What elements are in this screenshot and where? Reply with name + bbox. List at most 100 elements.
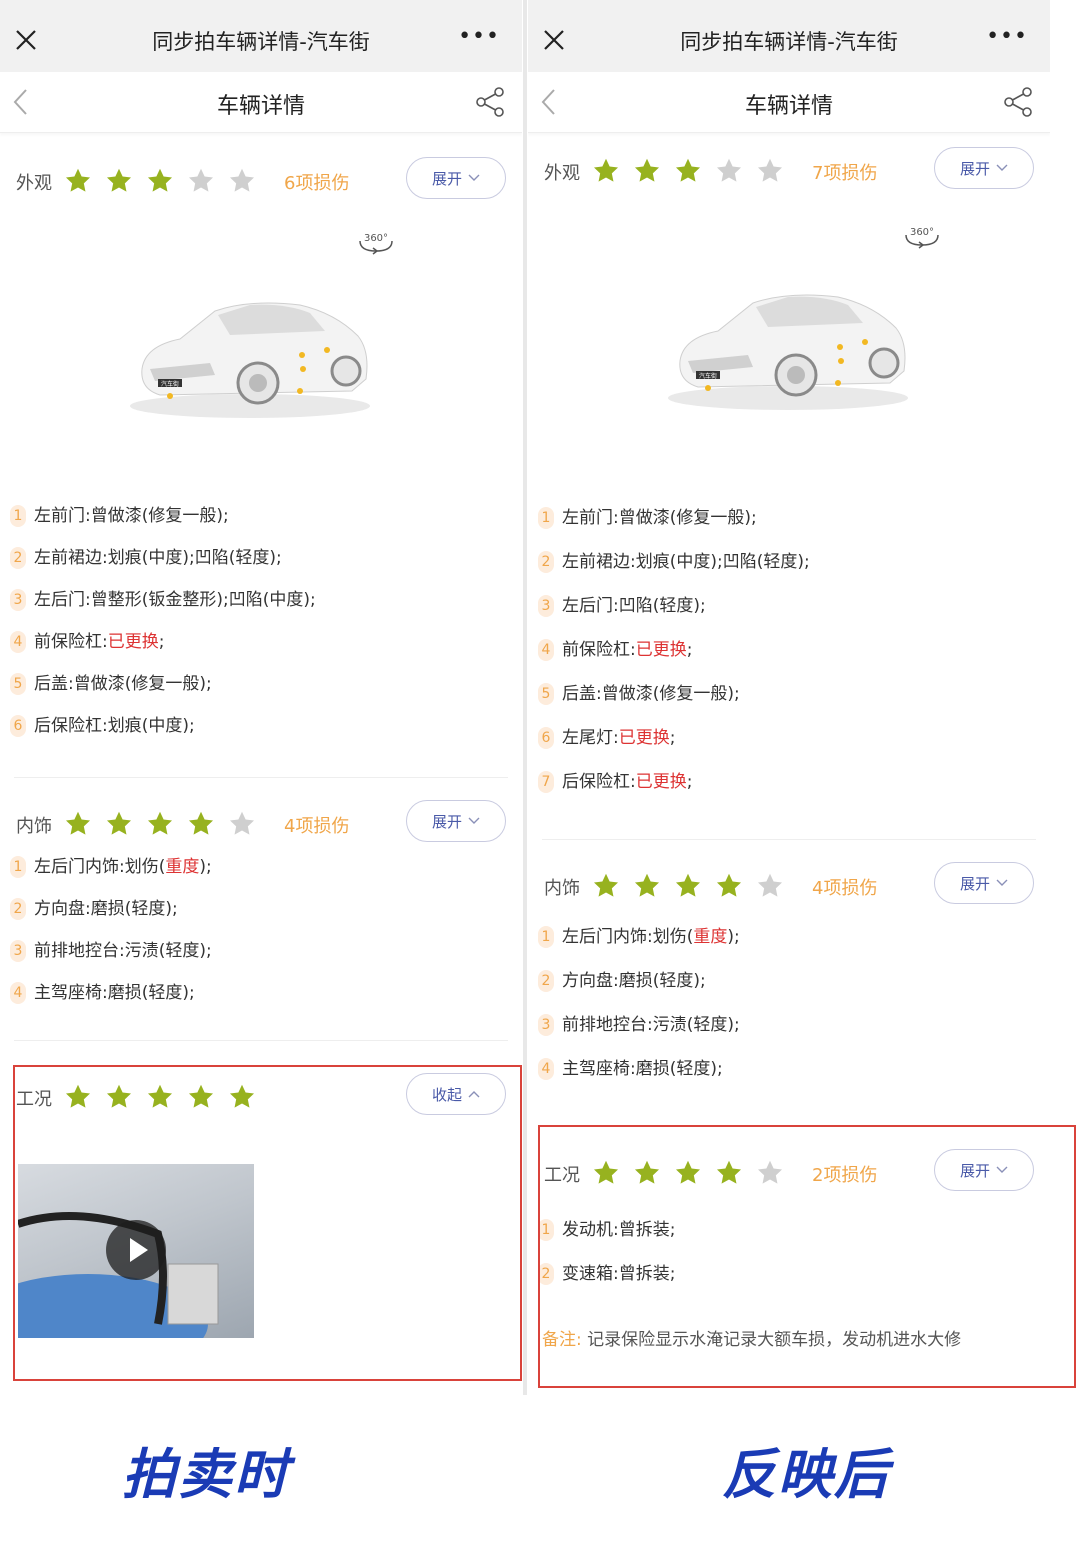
item-detail: 污渍(轻度); [124, 941, 212, 961]
exterior-expand-button[interactable]: 展开 [406, 157, 506, 199]
damage-item: 3 左后门:凹陷(轻度); [528, 595, 1050, 639]
item-number-badge: 5 [10, 673, 26, 695]
damage-item: 5 后盖:曾做漆(修复一般); [0, 673, 522, 715]
damage-item: 5 后盖:曾做漆(修复一般); [528, 683, 1050, 727]
item-status-highlight: 已更换 [635, 640, 687, 660]
condition-highlight-box-before [13, 1065, 522, 1381]
item-status-highlight: 已更换 [635, 772, 687, 792]
exterior-header: 外观 6项损伤 展开 [0, 157, 522, 201]
interior-expand-button[interactable]: 展开 [934, 862, 1034, 904]
damage-item: 3 左后门:曾整形(钣金整形);凹陷(中度); [0, 589, 522, 631]
star-icon [106, 168, 132, 192]
rotate-360-icon[interactable]: 360° [902, 225, 942, 249]
damage-item: 2 左前裙边:划痕(中度);凹陷(轻度); [0, 547, 522, 589]
exterior-header: 外观 7项损伤 展开 [528, 147, 1050, 191]
item-part: 主驾座椅: [562, 1059, 636, 1079]
star-icon [65, 811, 91, 835]
expand-label: 展开 [959, 159, 990, 178]
star-icon [65, 168, 91, 192]
exterior-rating [592, 157, 784, 185]
item-part: 左后门内饰: [34, 857, 125, 877]
damage-item: 6 左尾灯:已更换; [528, 727, 1050, 771]
star-icon [716, 873, 742, 897]
item-detail: 磨损(轻度); [635, 1059, 723, 1079]
page-nav: 车辆详情 [528, 72, 1050, 133]
item-detail: ; [686, 640, 693, 660]
item-status-highlight: 重度 [165, 857, 200, 877]
caption-before: 拍卖时 [122, 1443, 290, 1506]
item-number-badge: 3 [10, 589, 26, 611]
item-part: 左后门: [562, 596, 619, 616]
car-360-view[interactable]: 360° 汽车街 [528, 191, 1050, 491]
item-detail: 曾做漆(修复一般); [73, 674, 212, 694]
item-number-badge: 3 [538, 595, 554, 617]
item-number-badge: 3 [538, 1014, 554, 1036]
divider [14, 777, 508, 778]
divider [14, 1040, 508, 1041]
exterior-label: 外观 [544, 163, 580, 184]
item-number-badge: 4 [538, 639, 554, 661]
item-detail: ; [686, 772, 693, 792]
item-detail: 划痕(中度); [107, 716, 195, 736]
star-icon [757, 158, 783, 182]
car-360-view[interactable]: 360° 汽车街 [0, 201, 522, 501]
item-part: 后保险杠: [34, 716, 108, 736]
item-part: 左后门: [34, 590, 91, 610]
star-icon [675, 158, 701, 182]
miniprogram-bar: 同步拍车辆详情-汽车街 ••• [528, 0, 1050, 72]
share-icon[interactable] [474, 86, 506, 118]
miniprogram-bar: 同步拍车辆详情-汽车街 ••• [0, 0, 522, 72]
item-detail: 曾整形(钣金整形);凹陷(中度); [90, 590, 316, 610]
star-icon [634, 873, 660, 897]
item-number-badge: 7 [538, 771, 554, 793]
damage-item: 2 左前裙边:划痕(中度);凹陷(轻度); [528, 551, 1050, 595]
exterior-damage-count: 6项损伤 [284, 173, 350, 194]
item-number-badge: 6 [10, 715, 26, 737]
interior-expand-button[interactable]: 展开 [406, 800, 506, 842]
item-number-badge: 4 [538, 1058, 554, 1080]
exterior-label: 外观 [16, 173, 52, 194]
damage-item: 4 主驾座椅:磨损(轻度); [528, 1058, 1050, 1102]
miniprogram-title: 同步拍车辆详情-汽车街 [152, 30, 370, 54]
item-detail-tail: ); [199, 857, 212, 877]
caption-after: 反映后 [722, 1443, 890, 1506]
star-icon [147, 811, 173, 835]
share-icon[interactable] [1002, 86, 1034, 118]
interior-damage-list: 1 左后门内饰:划伤(重度); 2 方向盘:磨损(轻度); 3 前排地控台:污渍(轻度);… [0, 856, 522, 1024]
damage-item: 1 左前门:曾做漆(修复一般); [528, 507, 1050, 551]
expand-label: 展开 [431, 169, 462, 188]
interior-damage-list: 1 左后门内饰:划伤(重度); 2 方向盘:磨损(轻度); 3 前排地控台:污渍(轻度);… [528, 926, 1050, 1102]
star-icon [593, 158, 619, 182]
item-part: 左前裙边: [34, 548, 108, 568]
item-detail: 凹陷(轻度); [618, 596, 706, 616]
damage-item: 4 主驾座椅:磨损(轻度); [0, 982, 522, 1024]
item-part: 方向盘: [34, 899, 91, 919]
damage-item: 3 前排地控台:污渍(轻度); [0, 940, 522, 982]
exterior-damage-count: 7项损伤 [812, 163, 878, 184]
expand-label: 展开 [431, 812, 462, 831]
divider [542, 839, 1036, 840]
exterior-expand-button[interactable]: 展开 [934, 147, 1034, 189]
page-title: 车辆详情 [744, 94, 833, 119]
item-detail: 划痕(中度);凹陷(轻度); [107, 548, 282, 568]
item-number-badge: 2 [538, 970, 554, 992]
interior-header: 内饰 4项损伤 展开 [528, 862, 1050, 906]
more-icon[interactable]: ••• [458, 26, 500, 48]
item-part: 左前门: [34, 506, 91, 526]
damage-item: 2 方向盘:磨损(轻度); [528, 970, 1050, 1014]
star-icon [675, 873, 701, 897]
exterior-damage-list: 1 左前门:曾做漆(修复一般); 2 左前裙边:划痕(中度);凹陷(轻度); 3 左后门:… [528, 507, 1050, 815]
more-icon[interactable]: ••• [986, 26, 1028, 48]
svg-text:360°: 360° [910, 227, 934, 238]
item-number-badge: 3 [10, 940, 26, 962]
page-nav: 车辆详情 [0, 72, 522, 133]
item-number-badge: 4 [10, 982, 26, 1004]
damage-item: 1 左后门内饰:划伤(重度); [0, 856, 522, 898]
item-status-highlight: 重度 [693, 927, 728, 947]
svg-text:汽车街: 汽车街 [161, 380, 179, 388]
star-icon [716, 158, 742, 182]
rotate-360-icon[interactable]: 360° [356, 231, 396, 255]
item-number-badge: 1 [538, 926, 554, 948]
star-icon [188, 811, 214, 835]
damage-item: 1 左后门内饰:划伤(重度); [528, 926, 1050, 970]
